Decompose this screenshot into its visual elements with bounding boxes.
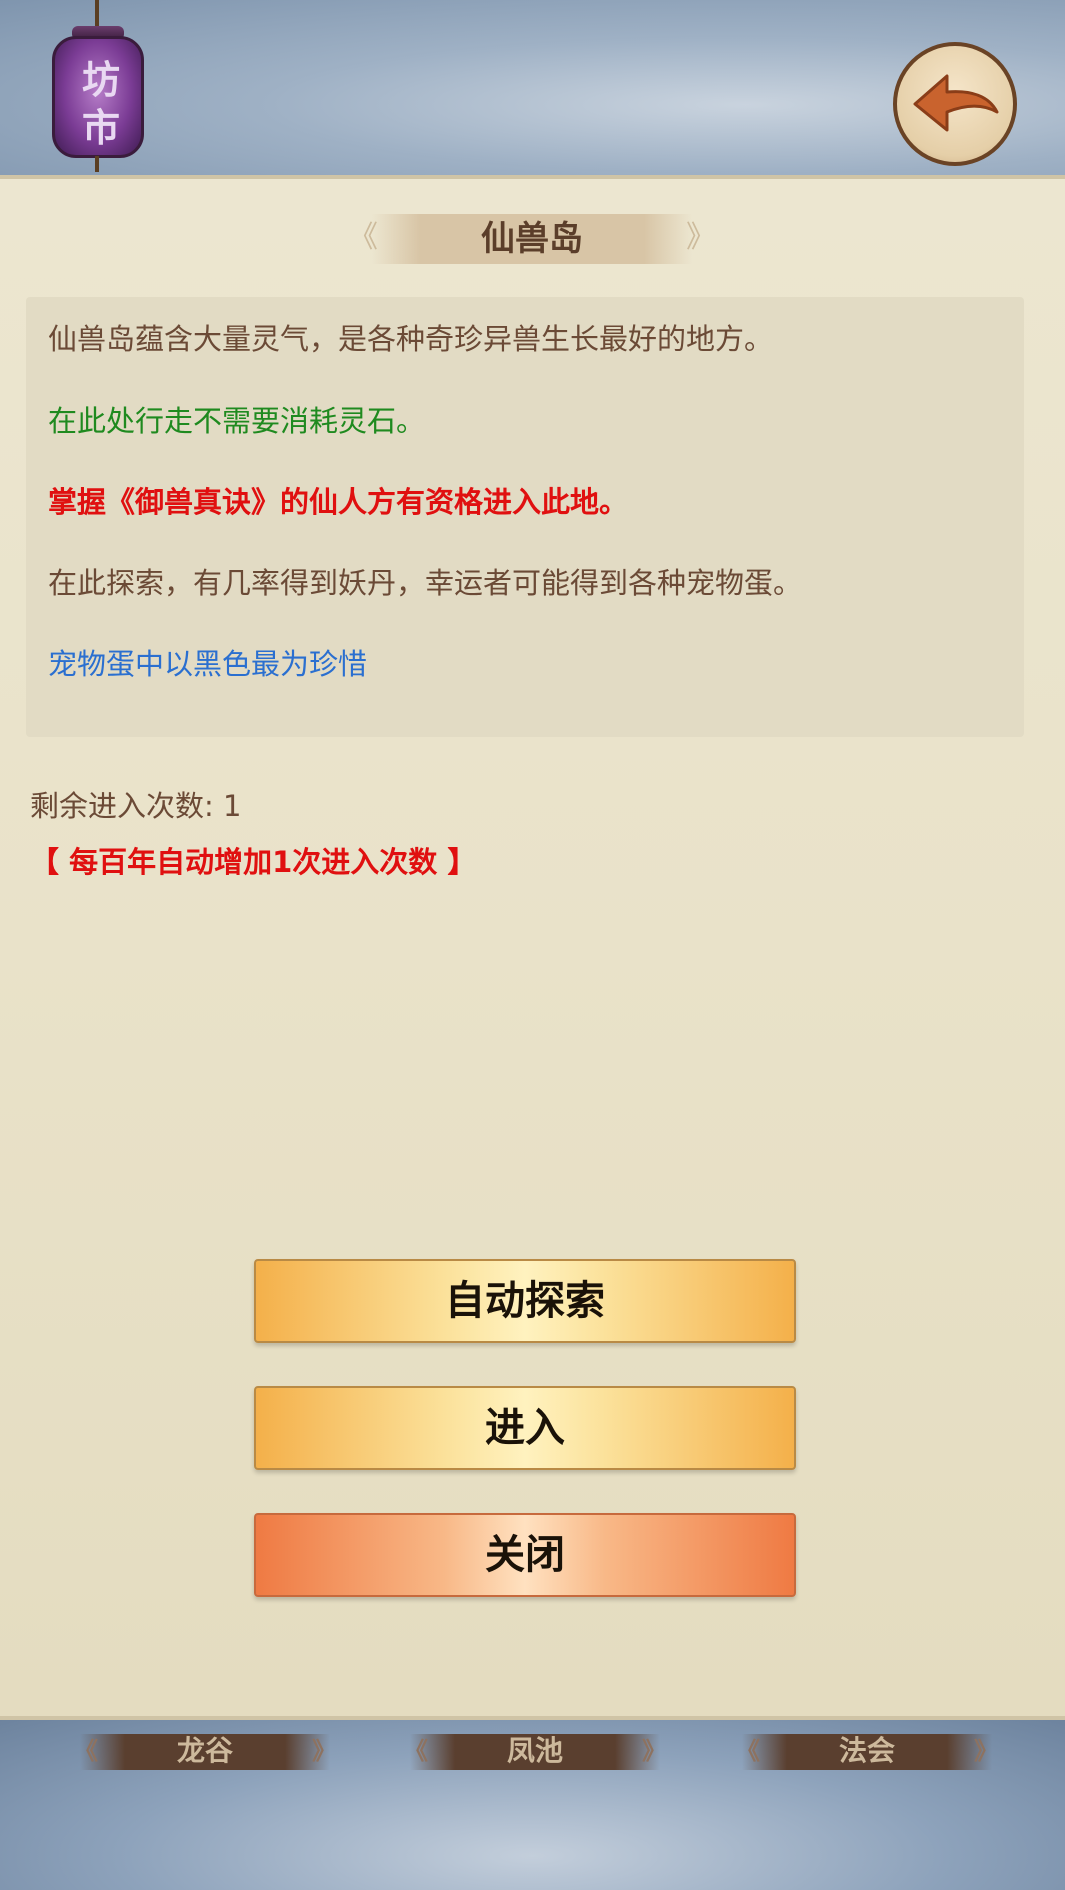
panel-title-bar: 《 仙兽岛 》 [348, 214, 716, 264]
tab-deco-right-icon: 》 [312, 1736, 336, 1765]
description-line-no-cost: 在此处行走不需要消耗灵石。 [48, 404, 426, 438]
tab-deco-left-icon: 《 [736, 1736, 760, 1765]
auto-explore-button[interactable]: 自动探索 [254, 1259, 796, 1343]
back-arrow-icon [913, 74, 999, 132]
tab-deco-left-icon: 《 [74, 1736, 98, 1765]
close-button[interactable]: 关闭 [254, 1513, 796, 1597]
description-line-tip: 宠物蛋中以黑色最为珍惜 [48, 647, 368, 681]
tab-label: 凤池 [506, 1734, 563, 1767]
back-button[interactable] [893, 42, 1017, 166]
tab-label: 龙谷 [176, 1734, 233, 1767]
description-line: 在此探索，有几率得到妖丹，幸运者可能得到各种宠物蛋。 [48, 566, 803, 600]
title-deco-right-icon: 》 [686, 220, 716, 255]
description-line: 仙兽岛蕴含大量灵气，是各种奇珍异兽生长最好的地方。 [48, 322, 774, 356]
tab-phoenix-pool[interactable]: 《 凤池 》 [404, 1734, 666, 1770]
tab-label: 法会 [838, 1734, 895, 1767]
description-box: 仙兽岛蕴含大量灵气，是各种奇珍异兽生长最好的地方。 在此处行走不需要消耗灵石。 … [26, 297, 1024, 737]
remaining-entries: 剩余进入次数: 1 [30, 789, 242, 823]
tab-dharma-assembly[interactable]: 《 法会 》 [736, 1734, 998, 1770]
lantern-char-2: 市 [81, 105, 120, 150]
page-title: 仙兽岛 [481, 219, 583, 259]
market-lantern-badge[interactable]: 坊 市 [42, 0, 154, 175]
tab-deco-right-icon: 》 [642, 1736, 666, 1765]
lantern-icon: 坊 市 [52, 36, 144, 158]
increment-note: 【 每百年自动增加1次进入次数 】 [30, 845, 477, 879]
tab-deco-right-icon: 》 [974, 1736, 998, 1765]
tab-deco-left-icon: 《 [404, 1736, 428, 1765]
enter-button[interactable]: 进入 [254, 1386, 796, 1470]
info-panel: 《 仙兽岛 》 仙兽岛蕴含大量灵气，是各种奇珍异兽生长最好的地方。 在此处行走不… [0, 175, 1065, 1720]
tab-dragon-valley[interactable]: 《 龙谷 》 [74, 1734, 336, 1770]
description-line-requirement: 掌握《御兽真诀》的仙人方有资格进入此地。 [48, 485, 629, 519]
lantern-char-1: 坊 [81, 57, 120, 102]
